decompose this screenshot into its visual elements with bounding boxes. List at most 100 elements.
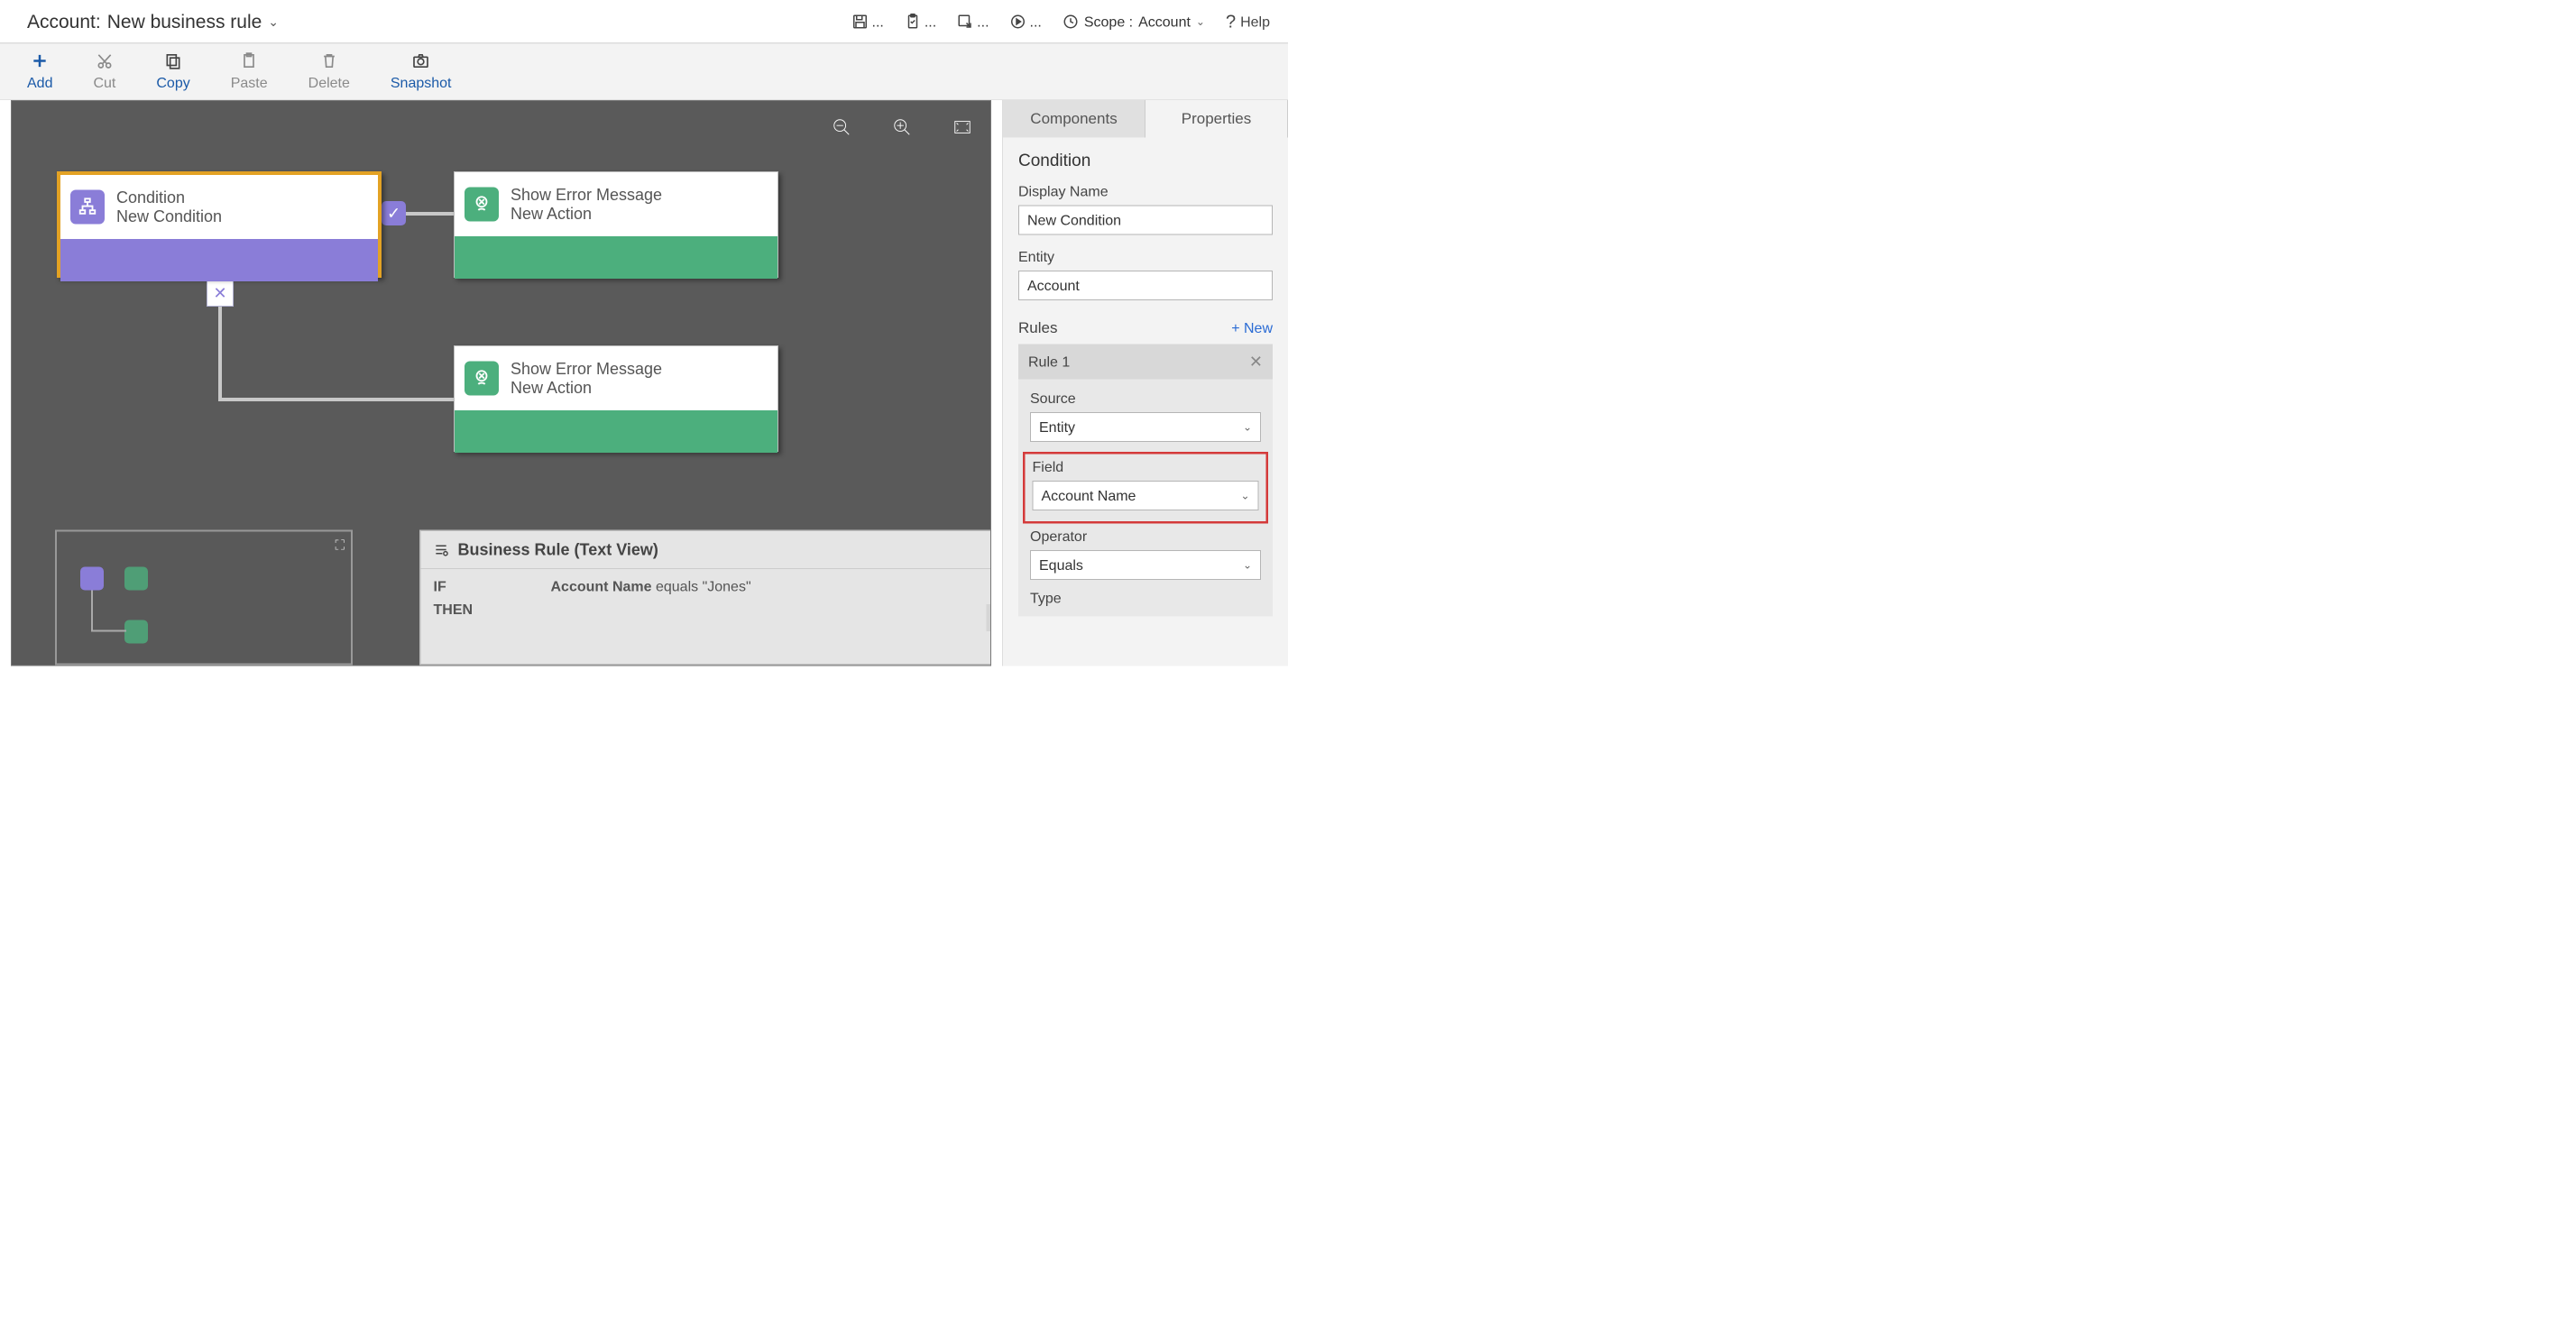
- if-expression: Account Name equals "Jones": [551, 578, 751, 595]
- minimap-expand-icon[interactable]: ⛶: [336, 538, 345, 554]
- node-subtitle: New Action: [511, 379, 662, 398]
- entity-input[interactable]: [1018, 271, 1273, 300]
- text-view-body: IF Account Name equals "Jones" THEN ˄: [421, 569, 992, 633]
- action-node[interactable]: Show Error Message New Action: [454, 171, 778, 278]
- rules-label: Rules: [1018, 319, 1057, 337]
- node-footer: [60, 239, 378, 281]
- paste-button[interactable]: Paste: [231, 52, 268, 92]
- help-label: Help: [1240, 14, 1270, 31]
- activate-icon[interactable]: ...: [1010, 14, 1042, 31]
- validate-icon[interactable]: ...: [905, 14, 936, 31]
- operator-label: Operator: [1030, 528, 1261, 546]
- help-icon: ?: [1226, 12, 1236, 32]
- field-highlight: Field Account Name ⌄: [1023, 452, 1268, 524]
- text-view-title: Business Rule (Text View): [458, 540, 658, 559]
- action-node[interactable]: Show Error Message New Action: [454, 345, 778, 452]
- node-title: Show Error Message: [511, 360, 662, 379]
- save-as-icon[interactable]: ...: [957, 14, 989, 31]
- operator-value: Equals: [1039, 556, 1083, 574]
- save-icon[interactable]: ...: [852, 14, 884, 31]
- chevron-down-icon: ⌄: [1240, 489, 1249, 502]
- tab-components[interactable]: Components: [1003, 100, 1145, 138]
- connector-line: [406, 212, 454, 216]
- paste-label: Paste: [231, 75, 268, 92]
- title-text: New business rule: [107, 11, 262, 32]
- zoom-out-icon[interactable]: [832, 117, 851, 140]
- scroll-up-icon[interactable]: ˄: [987, 604, 992, 631]
- node-title: Condition: [116, 188, 222, 207]
- page-title[interactable]: Account: New business rule ⌄: [27, 11, 279, 32]
- snapshot-button[interactable]: Snapshot: [391, 52, 452, 92]
- scope-label: Scope :: [1084, 14, 1133, 31]
- rule-title: Rule 1: [1028, 354, 1070, 371]
- main-area: ✓ ✕ Condition New Condition: [0, 100, 1288, 666]
- chevron-down-icon: ⌄: [1243, 558, 1252, 572]
- fit-screen-icon[interactable]: [952, 117, 972, 140]
- entity-label: Entity: [1018, 249, 1273, 266]
- minimap-line: [91, 591, 93, 631]
- chevron-down-icon: ⌄: [1243, 420, 1252, 434]
- copy-button[interactable]: Copy: [156, 52, 189, 92]
- header-actions: ... ... ... ... Scope : Account ⌄ ? Help: [852, 12, 1271, 32]
- properties-panel: Components Properties Condition Display …: [1002, 100, 1288, 666]
- node-footer: [455, 410, 777, 453]
- delete-label: Delete: [308, 75, 350, 92]
- zoom-in-icon[interactable]: [892, 117, 912, 140]
- connector-line: [218, 398, 454, 401]
- condition-icon: [70, 190, 105, 225]
- source-value: Entity: [1039, 418, 1075, 436]
- node-subtitle: New Action: [511, 205, 662, 224]
- error-action-icon: [465, 188, 499, 222]
- minimap-node: [80, 567, 104, 591]
- display-name-input[interactable]: [1018, 206, 1273, 235]
- error-action-icon: [465, 362, 499, 396]
- connector-line: [218, 307, 222, 401]
- canvas[interactable]: ✓ ✕ Condition New Condition: [11, 100, 991, 666]
- close-icon[interactable]: ✕: [1249, 353, 1263, 372]
- scope-value: Account: [1138, 14, 1191, 31]
- node-footer: [455, 236, 777, 279]
- toolbar: Add Cut Copy Paste Delete Snapshot: [0, 44, 1288, 101]
- scope-selector[interactable]: Scope : Account ⌄: [1063, 14, 1205, 31]
- text-view-panel: ⛶ Business Rule (Text View) IF Account N…: [419, 530, 991, 666]
- type-label: Type: [1030, 590, 1261, 607]
- rule-body: Source Entity ⌄ Field Account Name ⌄ Ope…: [1018, 380, 1273, 617]
- field-select[interactable]: Account Name ⌄: [1033, 481, 1259, 510]
- add-label: Add: [27, 75, 52, 92]
- header-bar: Account: New business rule ⌄ ... ... ...…: [0, 0, 1288, 44]
- check-icon: ✓: [382, 201, 406, 225]
- node-subtitle: New Condition: [116, 207, 222, 226]
- node-title: Show Error Message: [511, 186, 662, 205]
- source-select[interactable]: Entity ⌄: [1030, 412, 1261, 442]
- rule-header[interactable]: Rule 1 ✕: [1018, 344, 1273, 380]
- condition-node[interactable]: Condition New Condition: [57, 171, 382, 278]
- field-value: Account Name: [1042, 487, 1136, 504]
- cut-button[interactable]: Cut: [93, 52, 115, 92]
- panel-tabs: Components Properties: [1003, 100, 1288, 138]
- operator-select[interactable]: Equals ⌄: [1030, 550, 1261, 580]
- delete-button[interactable]: Delete: [308, 52, 350, 92]
- minimap[interactable]: ⛶: [55, 530, 353, 666]
- snapshot-label: Snapshot: [391, 75, 452, 92]
- new-rule-button[interactable]: + New: [1231, 320, 1273, 337]
- help-button[interactable]: ? Help: [1226, 12, 1270, 32]
- chevron-down-icon[interactable]: ⌄: [268, 14, 279, 30]
- display-name-label: Display Name: [1018, 183, 1273, 200]
- title-prefix: Account:: [27, 11, 101, 32]
- add-button[interactable]: Add: [27, 52, 52, 92]
- minimap-node: [124, 567, 148, 591]
- x-icon[interactable]: ✕: [207, 280, 234, 307]
- copy-label: Copy: [156, 75, 189, 92]
- canvas-controls: [832, 117, 972, 140]
- field-label: Field: [1033, 459, 1259, 476]
- then-keyword: THEN: [434, 602, 488, 619]
- chevron-down-icon: ⌄: [1196, 15, 1205, 29]
- section-title: Condition: [1018, 152, 1273, 171]
- tab-properties[interactable]: Properties: [1145, 100, 1288, 138]
- text-view-header: Business Rule (Text View): [421, 531, 992, 569]
- source-label: Source: [1030, 390, 1261, 408]
- minimap-node: [124, 620, 148, 644]
- cut-label: Cut: [93, 75, 115, 92]
- minimap-line: [91, 630, 126, 632]
- if-keyword: IF: [434, 578, 488, 595]
